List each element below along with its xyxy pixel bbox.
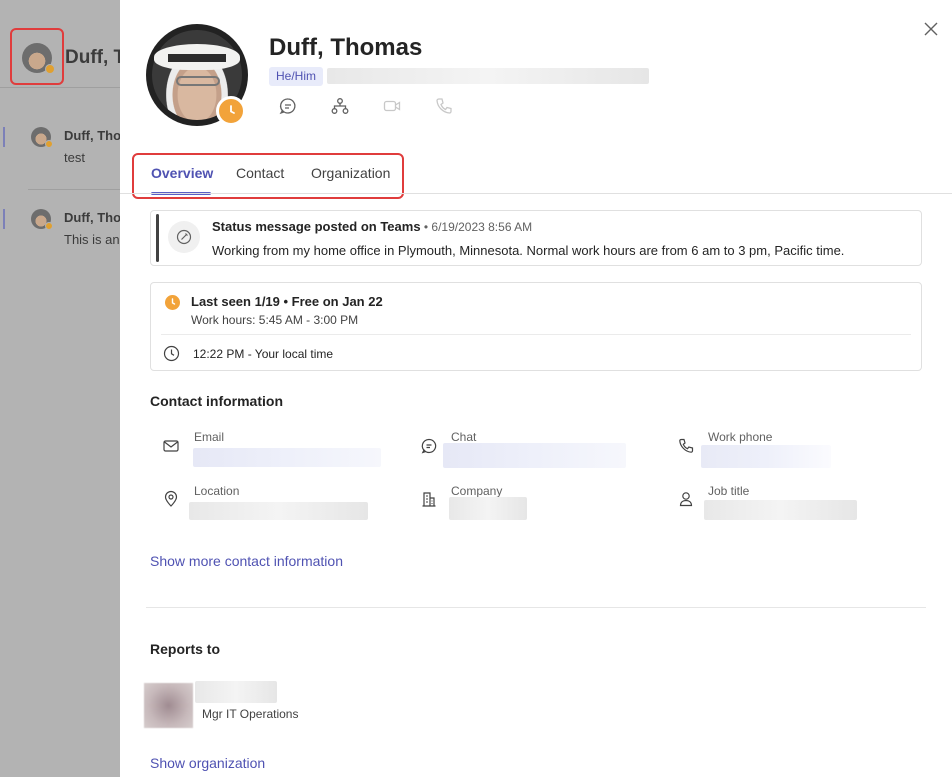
tab-overview[interactable]: Overview bbox=[151, 165, 213, 181]
divider bbox=[146, 607, 926, 608]
phone-call-icon bbox=[436, 98, 452, 114]
chat-value[interactable] bbox=[443, 443, 626, 468]
org-chart-icon bbox=[331, 98, 349, 114]
phone-call-button[interactable] bbox=[434, 96, 456, 118]
profile-card: Duff, Thomas He/Him Overview Contact Org… bbox=[120, 0, 952, 777]
location-value bbox=[189, 502, 368, 520]
location-label: Location bbox=[194, 484, 240, 498]
email-value[interactable] bbox=[193, 448, 381, 467]
close-button[interactable] bbox=[920, 18, 942, 40]
chat-icon bbox=[421, 438, 437, 454]
manager-title: Mgr IT Operations bbox=[202, 707, 299, 721]
status-message-accent bbox=[156, 214, 159, 262]
pencil-note-icon bbox=[176, 229, 192, 245]
video-call-icon bbox=[383, 100, 401, 112]
manager-avatar[interactable] bbox=[144, 683, 193, 728]
work-phone-label: Work phone bbox=[708, 430, 773, 444]
divider bbox=[161, 334, 911, 335]
message-text: This is an bbox=[64, 232, 120, 247]
message-author: Duff, Tho bbox=[64, 210, 122, 225]
profile-photo-glasses bbox=[176, 76, 220, 86]
work-phone-value[interactable] bbox=[701, 445, 831, 468]
status-message-date: • 6/19/2023 8:56 AM bbox=[420, 220, 533, 234]
show-more-contact-link[interactable]: Show more contact information bbox=[150, 553, 343, 569]
status-away-icon bbox=[45, 140, 53, 148]
availability-card: Last seen 1/19 • Free on Jan 22 Work hou… bbox=[150, 282, 922, 371]
background-chat-header: Duff, T bbox=[0, 0, 130, 88]
job-title-label: Job title bbox=[708, 484, 750, 498]
divider bbox=[28, 189, 128, 190]
job-title-value bbox=[704, 500, 857, 520]
background-chat-pane: Duff, T Duff, Tho test Duff, Tho This is… bbox=[0, 0, 130, 777]
profile-photo-hat-band bbox=[168, 54, 226, 62]
mail-icon bbox=[163, 440, 179, 452]
chat-label: Chat bbox=[451, 430, 477, 444]
message-text: test bbox=[64, 150, 85, 165]
contact-info-heading: Contact information bbox=[150, 393, 283, 409]
last-seen-text: Last seen 1/19 • Free on Jan 22 bbox=[191, 294, 383, 309]
tab-contact[interactable]: Contact bbox=[236, 165, 284, 181]
video-call-button[interactable] bbox=[382, 96, 404, 118]
status-message-title: Status message posted on Teams • 6/19/20… bbox=[212, 219, 532, 234]
profile-name: Duff, Thomas bbox=[269, 34, 423, 61]
status-message-heading: Status message posted on Teams bbox=[212, 219, 421, 234]
unread-indicator bbox=[3, 127, 5, 147]
phone-icon bbox=[679, 438, 694, 453]
work-hours-text: Work hours: 5:45 AM - 3:00 PM bbox=[191, 313, 359, 327]
background-chat-name: Duff, T bbox=[65, 47, 126, 68]
chat-icon bbox=[279, 98, 296, 115]
location-icon bbox=[164, 490, 178, 507]
clock-icon bbox=[163, 345, 180, 362]
org-chart-button[interactable] bbox=[330, 96, 352, 118]
status-away-icon bbox=[45, 64, 55, 74]
status-message-text: Working from my home office in Plymouth,… bbox=[212, 243, 845, 258]
background-avatar-highlight[interactable] bbox=[10, 28, 64, 85]
chat-button[interactable] bbox=[278, 96, 300, 118]
person-icon bbox=[679, 492, 693, 507]
list-item[interactable]: Duff, Tho test bbox=[0, 127, 130, 187]
message-author: Duff, Tho bbox=[64, 128, 122, 143]
company-label: Company bbox=[451, 484, 503, 498]
email-label: Email bbox=[194, 430, 225, 444]
status-away-icon bbox=[165, 295, 180, 310]
status-away-icon bbox=[216, 96, 246, 126]
building-icon bbox=[422, 492, 436, 507]
divider bbox=[120, 193, 952, 194]
list-item[interactable]: Duff, Tho This is an bbox=[0, 209, 130, 269]
close-icon bbox=[924, 22, 938, 36]
manager-name[interactable] bbox=[195, 681, 277, 703]
tab-organization[interactable]: Organization bbox=[311, 165, 390, 181]
reports-to-heading: Reports to bbox=[150, 641, 220, 657]
unread-indicator bbox=[3, 209, 5, 229]
local-time-text: 12:22 PM - Your local time bbox=[193, 347, 334, 361]
pronouns-badge: He/Him bbox=[269, 67, 324, 86]
status-message-icon-wrap bbox=[168, 221, 200, 253]
status-message-card: Status message posted on Teams • 6/19/20… bbox=[150, 210, 922, 266]
show-organization-link[interactable]: Show organization bbox=[150, 755, 265, 771]
company-value bbox=[449, 497, 527, 520]
redacted-title bbox=[327, 68, 649, 84]
status-away-icon bbox=[45, 222, 53, 230]
